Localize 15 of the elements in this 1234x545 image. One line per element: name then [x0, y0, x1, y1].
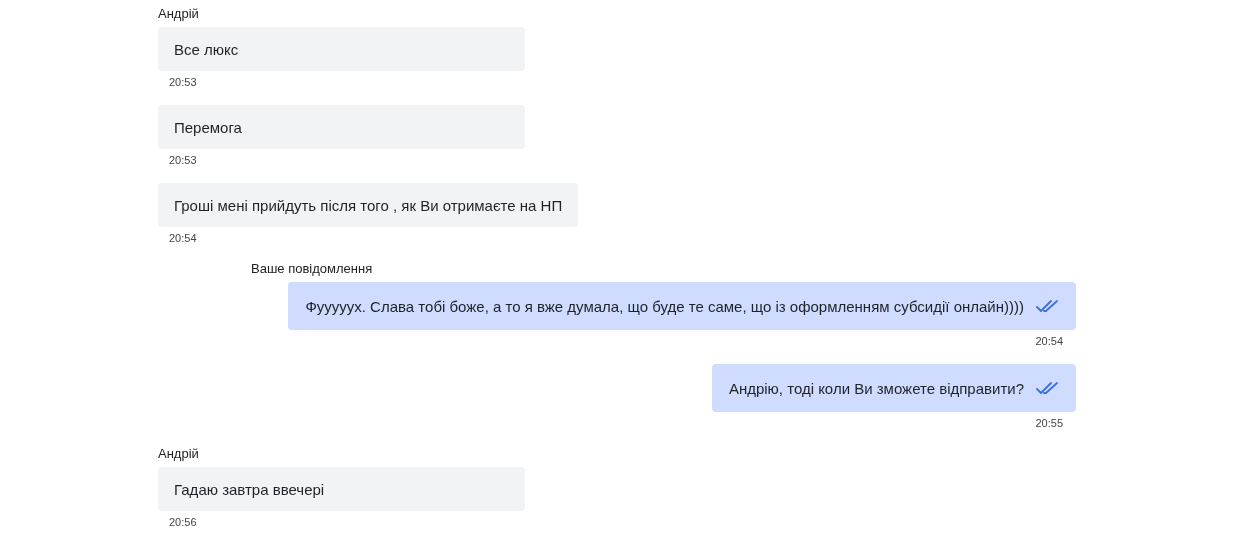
message-text: Все люкс: [174, 40, 239, 58]
message-text: Фууууух. Слава тобі боже, а то я вже думала, що буде те саме, що із оформленням субсидії онлайн)))): [305, 297, 1024, 315]
message-text: Андрію, тоді коли Ви зможете відправити?: [728, 379, 1024, 397]
message-time: 20:53: [169, 75, 197, 89]
message-text: Гроші мені прийдуть після того , як Ви отримаєте на НП: [174, 196, 563, 214]
message-time: 20:56: [169, 515, 197, 529]
message-text: Гадаю завтра ввечері: [174, 480, 325, 498]
sender-name: Ваше повідомлення: [251, 261, 373, 277]
message-time: 20:55: [1035, 416, 1063, 430]
message-text: Перемога: [174, 118, 242, 136]
sender-name: Андрій: [158, 446, 199, 462]
message-time: 20:53: [169, 153, 197, 167]
message-time: 20:54: [169, 231, 197, 245]
message-time: 20:54: [1035, 334, 1063, 348]
sender-name: Андрій: [158, 6, 199, 22]
